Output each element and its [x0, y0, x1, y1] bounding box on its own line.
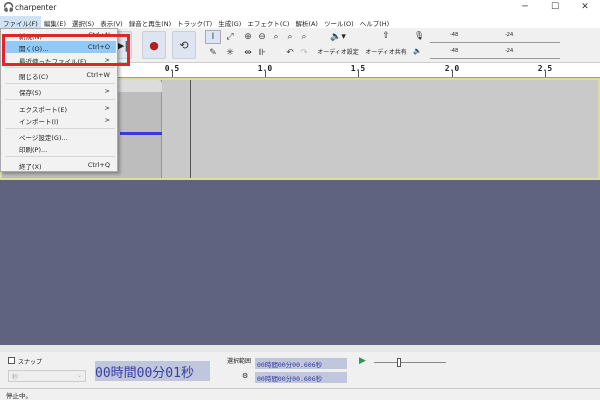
multi-tool[interactable]: ✳	[222, 46, 238, 60]
snap-unit-select[interactable]: 秒 ⌄	[8, 370, 86, 382]
menu-help[interactable]: ヘルプ(H)	[357, 16, 392, 28]
cursor-line	[190, 80, 191, 178]
horizontal-scrollbar[interactable]	[0, 345, 600, 352]
menu-transport[interactable]: 録音と再生(N)	[126, 16, 174, 28]
envelope-tool[interactable]: ⤢	[222, 30, 238, 44]
speaker-meter-icon[interactable]: 🔈	[413, 47, 422, 55]
minimize-button[interactable]: ─	[515, 2, 535, 14]
menu-select[interactable]: 選択(S)	[69, 16, 97, 28]
loop-icon: ⟲	[179, 38, 189, 52]
settings-icon[interactable]: ⚙	[242, 372, 248, 380]
menu-analyze[interactable]: 解析(A)	[292, 16, 321, 28]
record-icon: ●	[149, 38, 159, 52]
status-bar: 停止中。	[0, 388, 600, 400]
snap-checkbox[interactable]	[8, 357, 15, 364]
menu-item-import[interactable]: インポート(I) >	[3, 114, 116, 126]
bottom-toolbar: スナップ 秒 ⌄ 00時間00分01秒 選択範囲 00時間00分00.606秒 ⚙…	[0, 352, 600, 388]
selection-start[interactable]: 00時間00分00.606秒	[255, 358, 347, 369]
menu-item-exit[interactable]: 終了(X) Ctrl+Q	[3, 159, 116, 171]
speed-slider-thumb[interactable]	[397, 358, 401, 367]
speed-slider[interactable]	[374, 358, 446, 367]
speaker-icon[interactable]: 🔈▾	[318, 32, 358, 42]
draw-tool[interactable]: ✎	[205, 46, 221, 60]
menu-item-print[interactable]: 印刷(P)...	[3, 142, 116, 154]
menu-view[interactable]: 表示(V)	[97, 16, 126, 28]
menu-item-close[interactable]: 閉じる(C) Ctrl+W	[3, 69, 116, 81]
menu-item-save[interactable]: 保存(S) >	[3, 85, 116, 97]
menu-generate[interactable]: 生成(G)	[215, 16, 244, 28]
loop-button[interactable]: ⟲	[172, 31, 196, 59]
annotation-highlight-box	[2, 34, 130, 66]
selection-label: 選択範囲	[227, 358, 252, 365]
record-meter[interactable]: -48 -24	[430, 30, 560, 43]
close-button[interactable]: ✕	[575, 2, 595, 14]
redo-icon[interactable]: ↷	[296, 46, 312, 60]
maximize-button[interactable]: ☐	[545, 2, 565, 14]
play-at-speed-icon[interactable]: ▶	[359, 356, 366, 366]
selection-tool[interactable]: I	[205, 30, 221, 44]
menu-effect[interactable]: エフェクト(C)	[244, 16, 292, 28]
title-bar: 🎧 charpenter ─ ☐ ✕	[0, 0, 600, 16]
snap-label: スナップ	[18, 359, 43, 366]
audio-setup-button[interactable]: オーディオ設定	[315, 47, 361, 56]
microphone-icon[interactable]: 🎙	[414, 31, 424, 40]
waveform	[120, 132, 162, 135]
menu-bar: ファイル(F) 編集(E) 選択(S) 表示(V) 録音と再生(N) トラック(…	[0, 16, 600, 28]
audio-share-button[interactable]: オーディオ共有	[363, 47, 409, 56]
menu-item-page-setup[interactable]: ページ設定(G)...	[3, 130, 116, 142]
silence-icon[interactable]: ⊪	[254, 46, 270, 60]
zoom-toggle-icon[interactable]: ⌕	[296, 30, 312, 44]
menu-item-export[interactable]: エクスポート(E) >	[3, 102, 116, 114]
record-button[interactable]: ●	[142, 31, 166, 59]
playback-meter[interactable]: -48 -24	[430, 46, 560, 59]
window-title: charpenter	[15, 3, 57, 12]
menu-tracks[interactable]: トラック(T)	[174, 16, 215, 28]
selection-end[interactable]: 00時間00分00.606秒	[255, 372, 347, 383]
menu-edit[interactable]: 編集(E)	[41, 16, 69, 28]
share-icon: ⇧	[382, 31, 390, 41]
app-icon: 🎧	[3, 3, 15, 13]
status-text: 停止中。	[6, 392, 32, 400]
menu-file[interactable]: ファイル(F)	[0, 16, 41, 28]
menu-tools[interactable]: ツール(O)	[321, 16, 357, 28]
time-display[interactable]: 00時間00分01秒	[95, 361, 210, 381]
